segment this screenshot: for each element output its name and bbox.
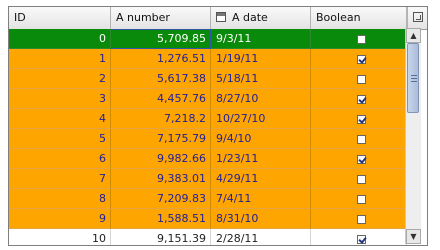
row-checkbox[interactable] <box>357 235 366 244</box>
data-table: ID A number A date Boolean 0 5,709.85 9/3/… <box>8 6 428 246</box>
cell-id[interactable]: 3 <box>9 89 111 109</box>
arrow-down-icon: ▼ <box>410 232 417 241</box>
cell-id[interactable]: 2 <box>9 69 111 89</box>
table-row[interactable]: 7 9,383.01 4/29/11 <box>9 169 407 189</box>
column-header-boolean[interactable]: Boolean <box>311 7 407 29</box>
row-checkbox[interactable] <box>357 135 366 144</box>
cell-boolean[interactable] <box>311 69 407 89</box>
row-checkbox[interactable] <box>357 195 366 204</box>
cell-id[interactable]: 6 <box>9 149 111 169</box>
column-control-button[interactable] <box>407 7 427 29</box>
cell-date[interactable]: 1/19/11 <box>211 49 311 69</box>
row-checkbox[interactable] <box>357 215 366 224</box>
row-checkbox[interactable] <box>357 155 366 164</box>
table-row[interactable]: 10 9,151.39 2/28/11 <box>9 229 407 245</box>
column-header-label: A number <box>116 11 170 24</box>
cell-number[interactable]: 9,151.39 <box>111 229 211 245</box>
cell-id[interactable]: 0 <box>9 29 111 49</box>
cell-id[interactable]: 5 <box>9 129 111 149</box>
cell-number[interactable]: 1,588.51 <box>111 209 211 229</box>
vertical-scrollbar[interactable]: ▲ ▼ <box>405 28 421 244</box>
cell-boolean[interactable] <box>311 189 407 209</box>
row-checkbox[interactable] <box>357 75 366 84</box>
cell-number[interactable]: 9,383.01 <box>111 169 211 189</box>
table-row[interactable]: 3 4,457.76 8/27/10 <box>9 89 407 109</box>
cell-date[interactable]: 9/3/11 <box>211 29 311 49</box>
cell-boolean[interactable] <box>311 109 407 129</box>
cell-boolean[interactable] <box>311 49 407 69</box>
column-header-label: Boolean <box>316 11 361 24</box>
table-row[interactable]: 6 9,982.66 1/23/11 <box>9 149 407 169</box>
cell-id[interactable]: 1 <box>9 49 111 69</box>
table-header: ID A number A date Boolean <box>9 7 427 30</box>
cell-boolean[interactable] <box>311 29 407 49</box>
table-row[interactable]: 9 1,588.51 8/31/10 <box>9 209 407 229</box>
column-header-number[interactable]: A number <box>111 7 211 29</box>
cell-number[interactable]: 7,218.2 <box>111 109 211 129</box>
cell-id[interactable]: 10 <box>9 229 111 245</box>
scroll-track[interactable] <box>406 43 421 229</box>
column-header-id[interactable]: ID <box>9 7 111 29</box>
cell-number[interactable]: 4,457.76 <box>111 89 211 109</box>
table-row[interactable]: 4 7,218.2 10/27/10 <box>9 109 407 129</box>
table-body: 0 5,709.85 9/3/11 1 1,276.51 1/19/11 2 5,617.38… <box>9 29 407 245</box>
row-checkbox[interactable] <box>357 95 366 104</box>
cell-number[interactable]: 5,709.85 <box>111 29 211 49</box>
cell-date[interactable]: 4/29/11 <box>211 169 311 189</box>
cell-boolean[interactable] <box>311 129 407 149</box>
cell-boolean[interactable] <box>311 229 407 245</box>
cell-date[interactable]: 8/31/10 <box>211 209 311 229</box>
cell-number[interactable]: 7,175.79 <box>111 129 211 149</box>
cell-date[interactable]: 5/18/11 <box>211 69 311 89</box>
cell-id[interactable]: 9 <box>9 209 111 229</box>
cell-id[interactable]: 8 <box>9 189 111 209</box>
cell-boolean[interactable] <box>311 149 407 169</box>
cell-id[interactable]: 4 <box>9 109 111 129</box>
cell-number[interactable]: 7,209.83 <box>111 189 211 209</box>
column-header-label: A date <box>232 11 268 24</box>
cell-date[interactable]: 7/4/11 <box>211 189 311 209</box>
cell-boolean[interactable] <box>311 89 407 109</box>
cell-date[interactable]: 10/27/10 <box>211 109 311 129</box>
row-checkbox[interactable] <box>357 115 366 124</box>
cell-boolean[interactable] <box>311 209 407 229</box>
cell-date[interactable]: 8/27/10 <box>211 89 311 109</box>
row-checkbox[interactable] <box>357 175 366 184</box>
cell-boolean[interactable] <box>311 169 407 189</box>
cell-number[interactable]: 9,982.66 <box>111 149 211 169</box>
cell-id[interactable]: 7 <box>9 169 111 189</box>
column-header-label: ID <box>14 11 26 24</box>
arrow-up-icon: ▲ <box>410 31 417 40</box>
table-row[interactable]: 1 1,276.51 1/19/11 <box>9 49 407 69</box>
column-control-icon <box>413 12 423 22</box>
table-row[interactable]: 5 7,175.79 9/4/10 <box>9 129 407 149</box>
row-checkbox[interactable] <box>357 35 366 44</box>
cell-number[interactable]: 1,276.51 <box>111 49 211 69</box>
cell-date[interactable]: 1/23/11 <box>211 149 311 169</box>
table-row[interactable]: 2 5,617.38 5/18/11 <box>9 69 407 89</box>
column-header-date[interactable]: A date <box>211 7 311 29</box>
cell-number[interactable]: 5,617.38 <box>111 69 211 89</box>
cell-date[interactable]: 9/4/10 <box>211 129 311 149</box>
calendar-icon <box>216 12 226 22</box>
table-row[interactable]: 0 5,709.85 9/3/11 <box>9 29 407 49</box>
scroll-down-button[interactable]: ▼ <box>406 229 421 244</box>
cell-date[interactable]: 2/28/11 <box>211 229 311 245</box>
table-row[interactable]: 8 7,209.83 7/4/11 <box>9 189 407 209</box>
scroll-thumb[interactable] <box>407 43 419 113</box>
scroll-up-button[interactable]: ▲ <box>406 28 421 43</box>
row-checkbox[interactable] <box>357 55 366 64</box>
